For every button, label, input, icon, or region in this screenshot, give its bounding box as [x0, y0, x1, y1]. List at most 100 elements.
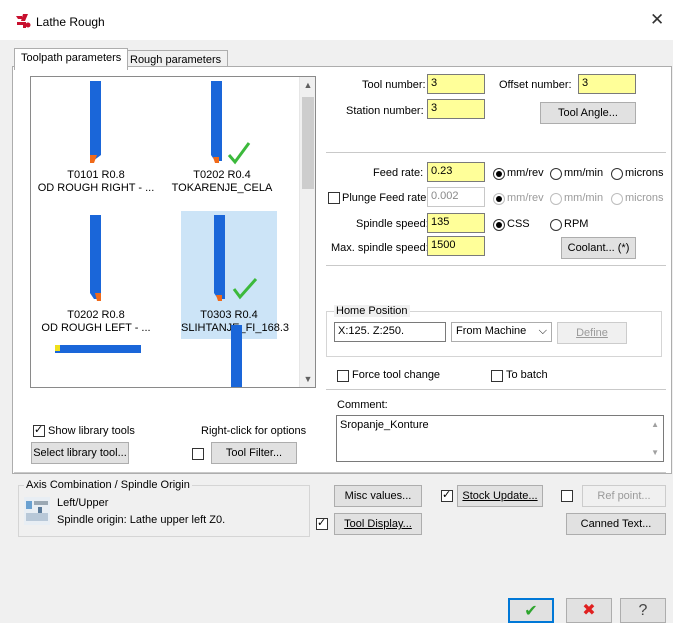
tool-list-scrollbar[interactable]: ▲ ▼	[299, 77, 315, 387]
tool-filter-button[interactable]: Tool Filter...	[211, 442, 297, 464]
station-number-input[interactable]: 3	[427, 99, 485, 119]
check-icon	[227, 142, 251, 165]
tool-display-button[interactable]: Tool Display...	[334, 513, 422, 535]
spindle-rpm-radio[interactable]	[550, 219, 562, 231]
plunge-unit-mm-rev-radio[interactable]	[493, 193, 505, 205]
tool-number-input[interactable]: 3	[427, 74, 485, 94]
close-icon[interactable]: ✕	[650, 10, 664, 30]
show-library-label: Show library tools	[48, 425, 135, 437]
help-button[interactable]: ?	[620, 598, 666, 623]
parting-tool-icon	[231, 325, 242, 387]
feed-unit-mm-rev-label: mm/rev	[507, 167, 544, 179]
spindle-css-label: CSS	[507, 218, 530, 230]
home-position-label: Home Position	[334, 305, 410, 317]
home-mode-value: From Machine	[456, 325, 527, 337]
max-spindle-label: Max. spindle speed:	[331, 242, 429, 254]
cancel-button[interactable]: ✖	[566, 598, 612, 623]
plunge-unit-mm-min-radio[interactable]	[550, 193, 562, 205]
tool-item[interactable]: T0202 R0.8 OD ROUGH LEFT - ...	[37, 211, 155, 339]
plunge-unit-mm-rev-label: mm/rev	[507, 192, 544, 204]
plunge-feed-checkbox[interactable]	[328, 192, 340, 204]
axis-combo-value: Left/Upper	[57, 497, 109, 509]
tab-toolpath-parameters[interactable]: Toolpath parameters	[14, 48, 129, 70]
tool-item[interactable]: T0101 R0.8 OD ROUGH RIGHT - ...	[37, 79, 155, 207]
force-tool-change-checkbox[interactable]	[337, 370, 349, 382]
tool-display-checkbox[interactable]	[316, 516, 328, 530]
title-bar: Lathe Rough ✕	[0, 0, 673, 40]
canned-text-button[interactable]: Canned Text...	[566, 513, 666, 535]
comment-label: Comment:	[337, 399, 388, 411]
feed-unit-microns-radio[interactable]	[611, 168, 623, 180]
tool-name: T0202 R0.4	[193, 169, 251, 181]
ok-button[interactable]: ✔	[508, 598, 554, 623]
tool-name: T0303 R0.4	[200, 309, 258, 321]
scroll-down-icon[interactable]: ▼	[300, 371, 315, 387]
home-position-input[interactable]: X:125. Z:250.	[334, 322, 446, 342]
feed-unit-microns-label: microns	[625, 167, 664, 179]
od-rough-left-tool-icon	[90, 215, 101, 301]
separator	[326, 265, 666, 266]
slihtanje-tool-icon	[214, 215, 258, 301]
comment-text: Sropanje_Konture	[340, 419, 429, 431]
max-spindle-input[interactable]: 1500	[427, 236, 485, 256]
to-batch-label: To batch	[506, 369, 548, 381]
scroll-down-icon[interactable]: ▼	[651, 448, 659, 457]
tool-description: TOKARENJE_CELA	[171, 182, 273, 194]
tokarenje-cela-tool-icon	[211, 81, 251, 165]
feed-rate-label: Feed rate:	[373, 167, 424, 179]
feed-unit-mm-rev-radio[interactable]	[493, 168, 505, 180]
separator	[14, 472, 666, 473]
ref-point-button[interactable]: Ref point...	[582, 485, 666, 507]
select-library-tool-button[interactable]: Select library tool...	[31, 442, 129, 464]
to-batch-checkbox[interactable]	[491, 370, 503, 382]
spindle-speed-label: Spindle speed:	[356, 218, 429, 230]
plunge-unit-mm-min-label: mm/min	[564, 192, 604, 204]
spindle-css-radio[interactable]	[493, 219, 505, 231]
station-number-label: Station number:	[346, 105, 424, 117]
ref-point-checkbox[interactable]	[561, 490, 573, 502]
stock-update-button[interactable]: Stock Update...	[457, 485, 543, 507]
plunge-unit-microns-radio[interactable]	[611, 193, 623, 205]
scroll-thumb[interactable]	[302, 97, 314, 189]
define-button[interactable]: Define	[557, 322, 627, 344]
offset-number-input[interactable]: 3	[578, 74, 636, 94]
tool-description: OD ROUGH LEFT - ...	[41, 322, 151, 334]
chevron-down-icon: ⌵	[538, 325, 547, 337]
tool-item[interactable]: T0202 R0.4 TOKARENJE_CELA	[163, 79, 281, 207]
comment-textarea[interactable]: Sropanje_Konture ▲ ▼	[336, 415, 664, 462]
tool-filter-checkbox[interactable]	[192, 448, 204, 460]
offset-number-label: Offset number:	[499, 79, 572, 91]
plunge-feed-input[interactable]: 0.002	[427, 187, 485, 207]
right-click-hint: Right-click for options	[201, 425, 307, 437]
od-rough-right-tool-icon	[90, 81, 101, 163]
spindle-origin-value: Spindle origin: Lathe upper left Z0.	[57, 514, 226, 526]
tool-description: OD ROUGH RIGHT - ...	[37, 182, 155, 194]
show-library-checkbox[interactable]	[33, 423, 45, 437]
tool-angle-button[interactable]: Tool Angle...	[540, 102, 636, 124]
force-tool-change-label: Force tool change	[352, 369, 441, 381]
axis-combination-group[interactable]	[18, 485, 310, 537]
plunge-unit-microns-label: microns	[625, 192, 664, 204]
tool-item-selected[interactable]: T0303 R0.4 SLIHTANJE_FI_168.3	[181, 211, 289, 339]
tool-name: T0202 R0.8	[67, 309, 125, 321]
separator	[326, 389, 666, 390]
lathe-orientation-icon	[24, 497, 50, 525]
misc-values-button[interactable]: Misc values...	[334, 485, 422, 507]
scroll-up-icon[interactable]: ▲	[651, 420, 659, 429]
stock-update-checkbox[interactable]	[441, 488, 453, 502]
tool-name: T0101 R0.8	[67, 169, 125, 181]
cancel-x-icon: ✖	[582, 602, 596, 619]
tool-number-label: Tool number:	[362, 79, 426, 91]
window-title: Lathe Rough	[36, 15, 105, 29]
coolant-button[interactable]: Coolant... (*)	[561, 237, 636, 259]
spindle-rpm-label: RPM	[564, 218, 589, 230]
feed-unit-mm-min-radio[interactable]	[550, 168, 562, 180]
feed-rate-input[interactable]: 0.23	[427, 162, 485, 182]
scroll-up-icon[interactable]: ▲	[300, 77, 315, 93]
spindle-speed-input[interactable]: 135	[427, 213, 485, 233]
plunge-feed-label: Plunge Feed rate:	[342, 192, 430, 204]
tool-list[interactable]: T0101 R0.8 OD ROUGH RIGHT - ... T0202 R0…	[30, 76, 316, 388]
help-icon: ?	[638, 602, 648, 619]
home-mode-select[interactable]: From Machine ⌵	[451, 322, 552, 342]
ok-check-icon: ✔	[524, 603, 538, 620]
